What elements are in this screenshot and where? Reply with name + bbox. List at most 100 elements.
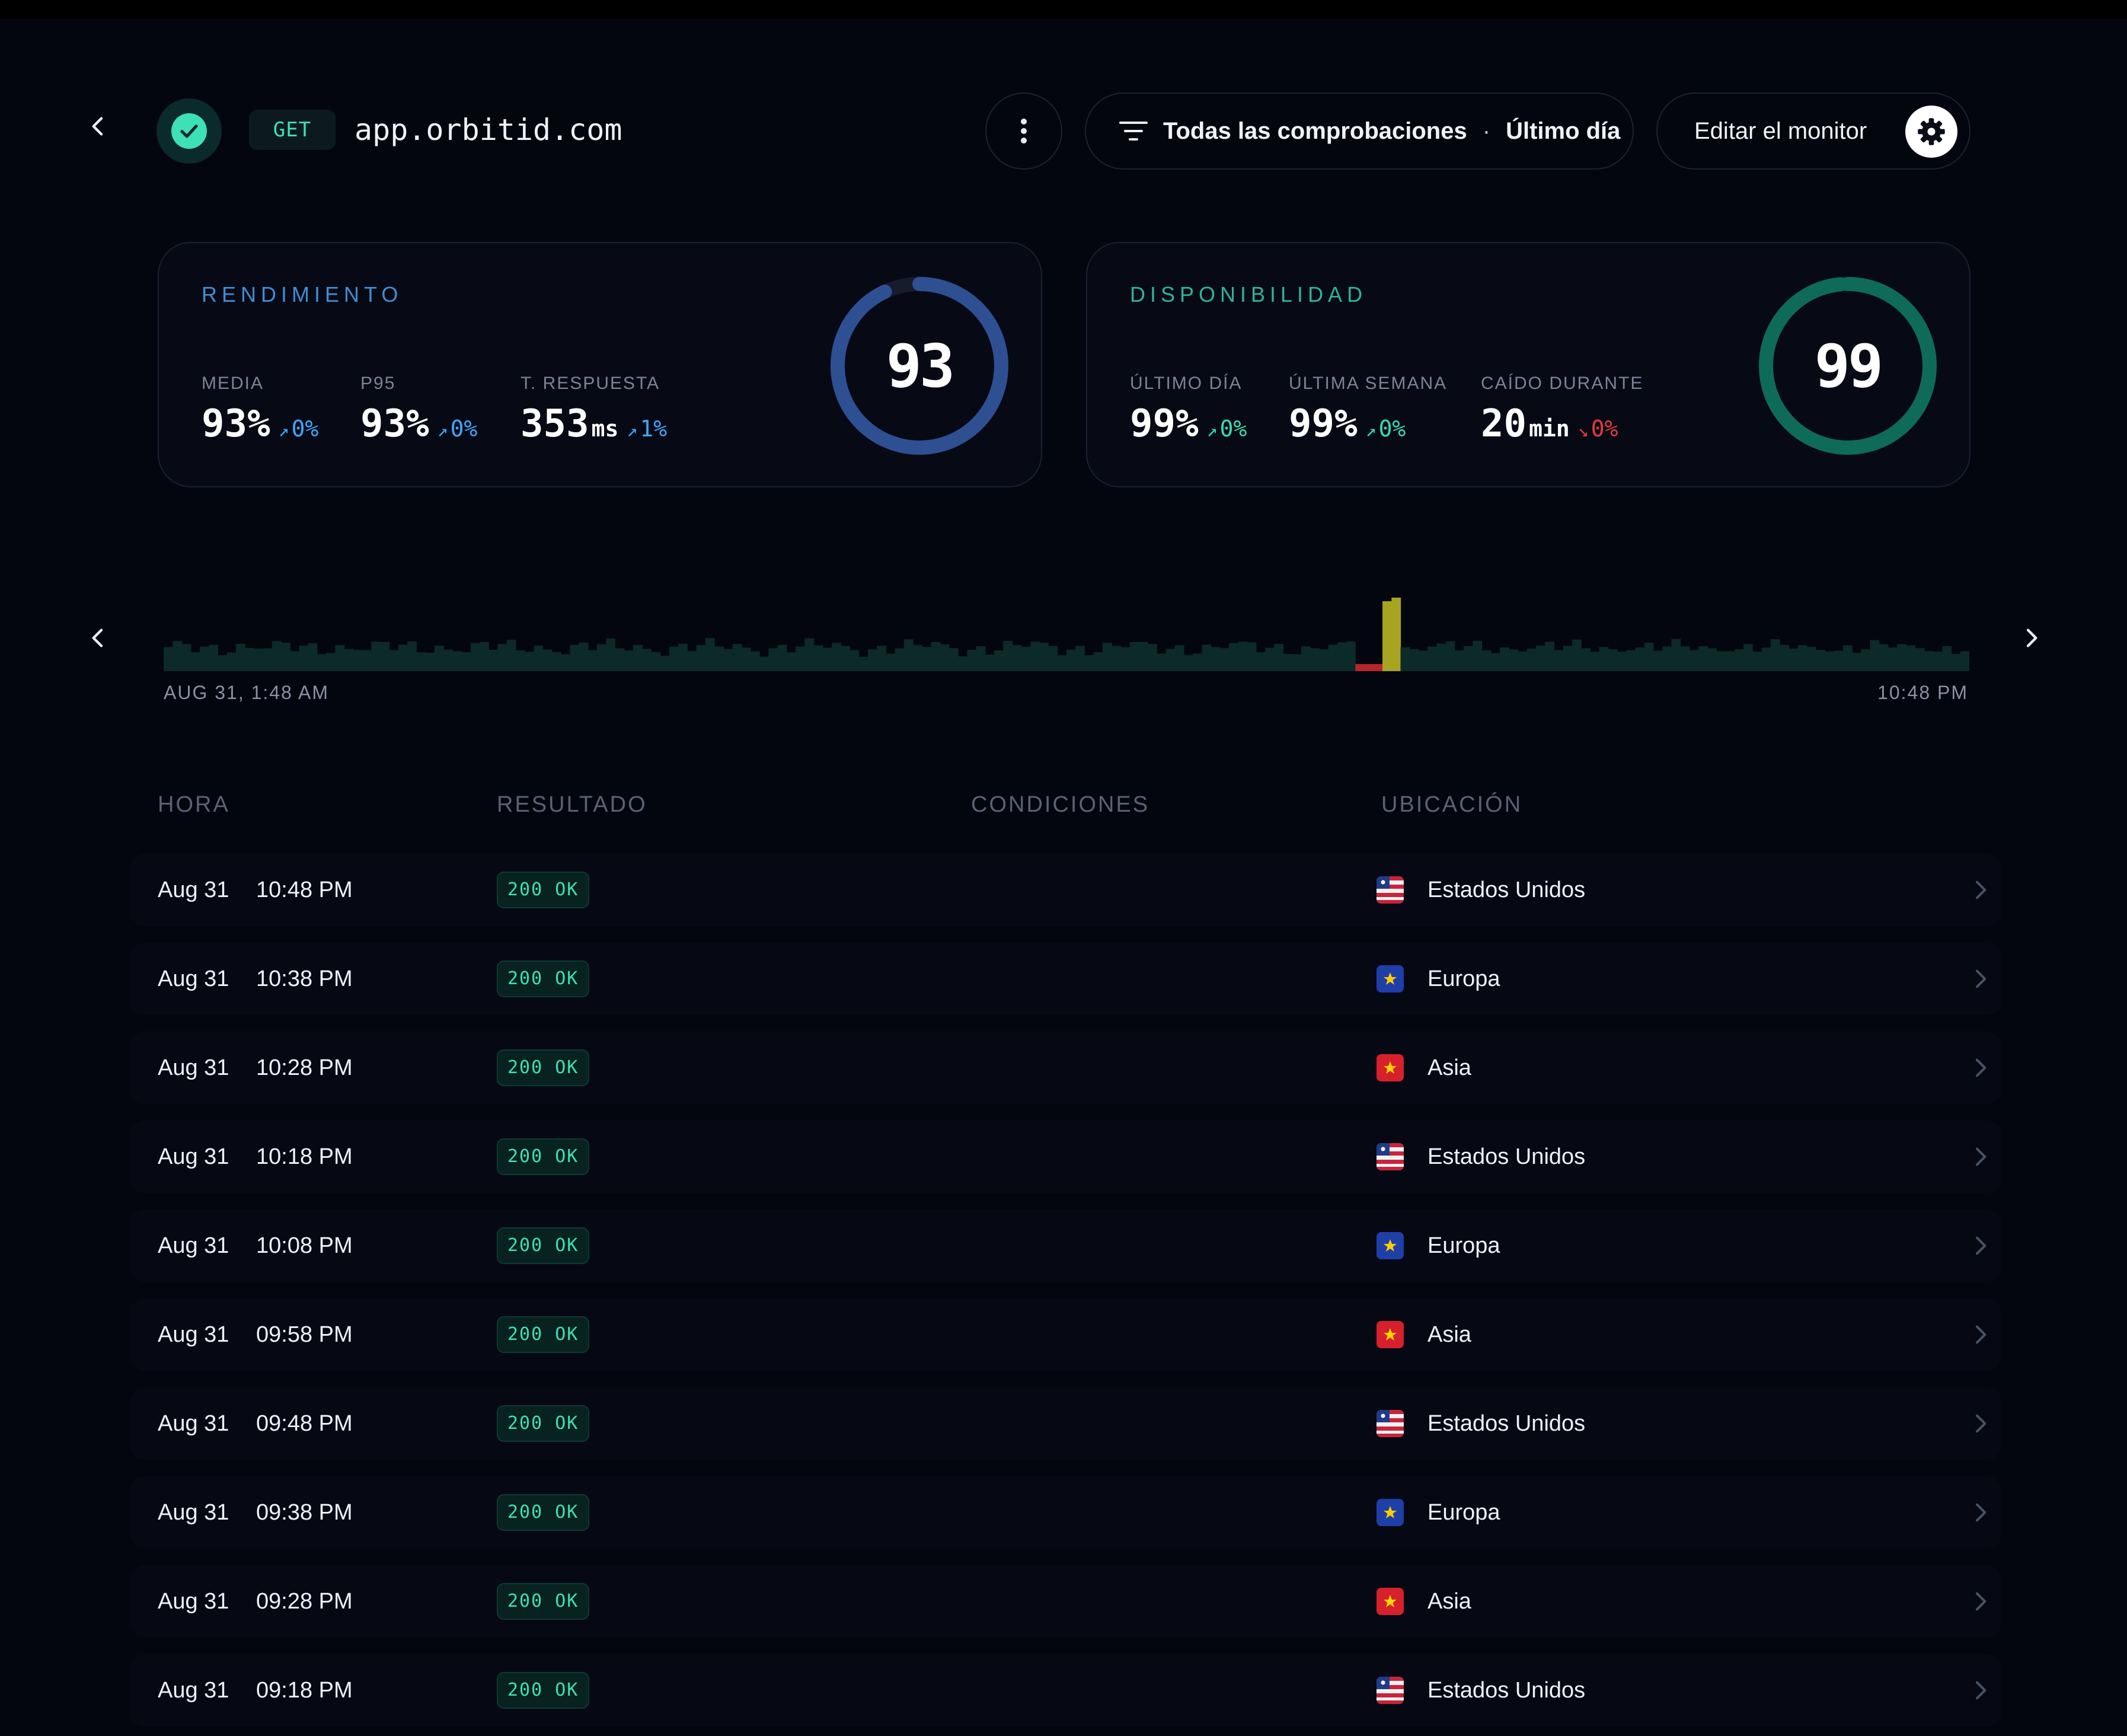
timeline-bar[interactable]: [534, 645, 544, 671]
timeline-bar[interactable]: [1581, 648, 1591, 671]
timeline-next-button[interactable]: [2014, 621, 2048, 655]
timeline-bar[interactable]: [804, 638, 815, 671]
timeline-bar[interactable]: [985, 655, 995, 671]
timeline-bar[interactable]: [1789, 648, 1799, 671]
timeline-bar[interactable]: [199, 646, 209, 671]
timeline-bar[interactable]: [1391, 598, 1401, 671]
timeline-bar[interactable]: [786, 652, 796, 671]
timeline-bar[interactable]: [822, 647, 832, 671]
timeline-bar[interactable]: [1481, 650, 1492, 671]
timeline-bar[interactable]: [1274, 644, 1284, 671]
timeline-bar[interactable]: [1942, 646, 1952, 671]
timeline-bar[interactable]: [1129, 642, 1139, 671]
timeline-bar[interactable]: [705, 638, 715, 671]
timeline-bar[interactable]: [1193, 653, 1203, 671]
timeline-bar[interactable]: [1897, 644, 1906, 671]
timeline-bar[interactable]: [1554, 650, 1564, 671]
timeline-bar[interactable]: [380, 642, 390, 671]
timeline-bar[interactable]: [1093, 652, 1103, 671]
timeline-bar[interactable]: [1102, 643, 1112, 671]
timeline-bar[interactable]: [551, 652, 561, 671]
timeline-bar[interactable]: [1030, 642, 1040, 671]
timeline-bar[interactable]: [226, 652, 237, 671]
timeline-bar[interactable]: [1229, 643, 1238, 671]
timeline-bar[interactable]: [1211, 647, 1221, 671]
timeline-bar[interactable]: [1572, 639, 1582, 671]
timeline-bar[interactable]: [1355, 664, 1365, 671]
table-row[interactable]: Aug 31 10:28 PM 200 OK Asia: [130, 1032, 2001, 1104]
timeline-bar[interactable]: [1662, 646, 1672, 671]
timeline-bar[interactable]: [1148, 644, 1157, 671]
timeline-bar[interactable]: [443, 649, 453, 672]
timeline-bar[interactable]: [1454, 650, 1464, 671]
timeline-bar[interactable]: [1590, 652, 1600, 671]
timeline-bar[interactable]: [570, 644, 580, 671]
timeline-bar[interactable]: [1680, 646, 1690, 671]
timeline-bar[interactable]: [1518, 651, 1528, 671]
timeline-bar[interactable]: [1112, 646, 1121, 671]
timeline-bar[interactable]: [280, 642, 290, 671]
timeline-bar[interactable]: [525, 652, 535, 671]
timeline-bar[interactable]: [1671, 639, 1681, 671]
timeline-bar[interactable]: [1888, 647, 1898, 671]
timeline-bar[interactable]: [1780, 644, 1789, 671]
timeline-bar[interactable]: [1247, 642, 1257, 671]
timeline-bar[interactable]: [344, 649, 354, 671]
timeline-bar[interactable]: [506, 639, 516, 671]
timeline-bar[interactable]: [1761, 647, 1771, 671]
timeline-bar[interactable]: [416, 652, 426, 671]
timeline-bar[interactable]: [542, 649, 552, 671]
timeline-bar[interactable]: [1563, 646, 1573, 671]
timeline-bar[interactable]: [1464, 646, 1473, 671]
timeline-bar[interactable]: [597, 644, 606, 671]
timeline-bar[interactable]: [317, 654, 327, 671]
timeline-bar[interactable]: [1473, 640, 1483, 671]
timeline-bar[interactable]: [1816, 650, 1825, 671]
timeline-bar[interactable]: [1644, 643, 1654, 671]
timeline-bar[interactable]: [181, 644, 191, 671]
timeline-bar[interactable]: [1924, 650, 1934, 671]
timeline-bar[interactable]: [940, 644, 950, 671]
timeline-bar[interactable]: [624, 650, 634, 671]
timeline-bar[interactable]: [1743, 644, 1754, 671]
timeline-bar[interactable]: [642, 649, 652, 671]
timeline-bar[interactable]: [633, 644, 643, 671]
timeline-bar[interactable]: [1075, 646, 1085, 671]
timeline-bar[interactable]: [1174, 645, 1184, 671]
timeline-bar[interactable]: [1689, 650, 1699, 671]
timeline-bar[interactable]: [1526, 648, 1537, 671]
timeline-bar[interactable]: [1933, 651, 1943, 671]
timeline-bar[interactable]: [832, 643, 841, 671]
timeline-bar[interactable]: [1635, 647, 1645, 671]
timeline-bar[interactable]: [164, 647, 173, 671]
timeline-bar[interactable]: [714, 646, 724, 671]
back-button[interactable]: [82, 110, 115, 143]
timeline-bar[interactable]: [1960, 651, 1969, 671]
timeline-bar[interactable]: [1120, 647, 1130, 671]
timeline-bar[interactable]: [1219, 648, 1229, 671]
timeline-bar[interactable]: [371, 642, 381, 671]
timeline-bar[interactable]: [290, 650, 300, 671]
timeline-bar[interactable]: [796, 646, 805, 671]
table-row[interactable]: Aug 31 10:48 PM 200 OK Estados Unidos: [130, 854, 2001, 926]
timeline-bar[interactable]: [245, 647, 254, 671]
timeline-bar[interactable]: [615, 648, 625, 671]
timeline-bar[interactable]: [669, 646, 679, 671]
timeline-bar[interactable]: [579, 642, 589, 671]
timeline-bar[interactable]: [1048, 646, 1058, 671]
timeline-bar[interactable]: [335, 644, 345, 671]
timeline-bar[interactable]: [480, 642, 489, 671]
timeline-bar[interactable]: [263, 648, 273, 671]
timeline-bar[interactable]: [1599, 647, 1609, 671]
timeline-bar[interactable]: [958, 656, 968, 671]
timeline-bar[interactable]: [254, 648, 264, 671]
timeline-bar[interactable]: [1238, 642, 1248, 671]
timeline-bar[interactable]: [1310, 648, 1320, 671]
timeline-bar[interactable]: [651, 652, 661, 671]
timeline-bar[interactable]: [813, 645, 823, 671]
timeline-bar[interactable]: [1012, 645, 1022, 671]
timeline-bar[interactable]: [1716, 651, 1726, 671]
timeline-bar[interactable]: [1039, 643, 1049, 671]
timeline-bar[interactable]: [190, 652, 200, 671]
timeline-bar[interactable]: [1400, 647, 1410, 671]
